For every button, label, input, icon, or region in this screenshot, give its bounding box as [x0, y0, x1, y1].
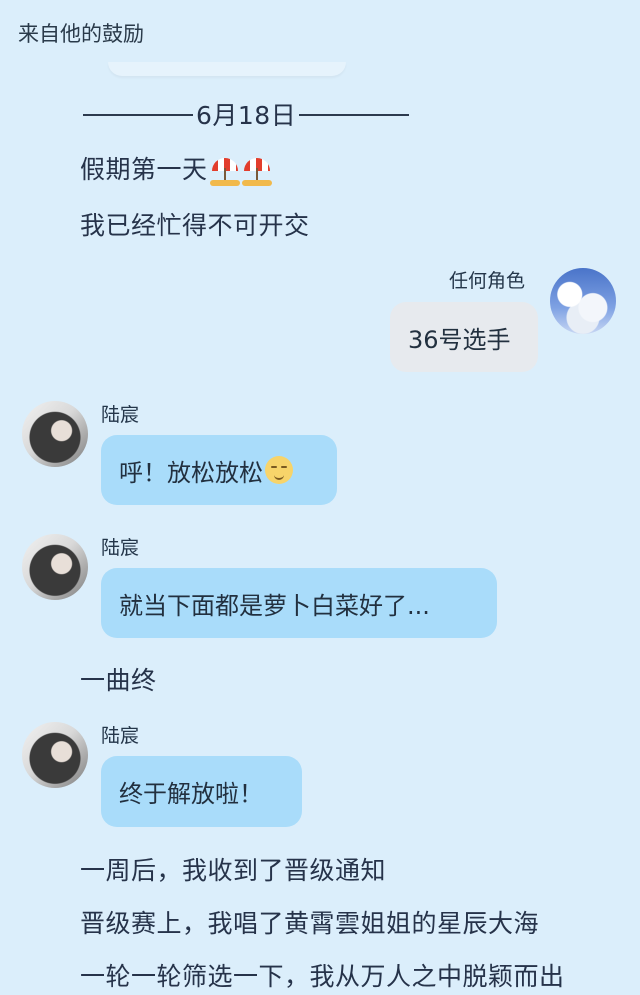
sender-name: 陆宸	[101, 725, 140, 747]
message-bubble[interactable]: 终于解放啦！	[101, 756, 302, 827]
page-title: 来自他的鼓励	[18, 22, 144, 46]
narration-line: 一周后，我收到了晋级通知	[80, 856, 387, 885]
girl-avatar-icon[interactable]	[22, 722, 88, 788]
narration-line: 一轮一轮筛选一下，我从万人之中脱颖而出	[80, 962, 565, 991]
date-divider: 6月18日	[80, 96, 412, 132]
narration-line: 一曲终	[80, 666, 157, 695]
sky-avatar-icon[interactable]	[550, 268, 616, 334]
message-bubble[interactable]: 就当下面都是萝卜白菜好了...	[101, 568, 497, 638]
sender-name: 陆宸	[101, 404, 140, 426]
girl-avatar-icon[interactable]	[22, 401, 88, 467]
divider-line-right	[299, 114, 410, 116]
narration-line: 我已经忙得不可开交	[80, 211, 310, 240]
beach-umbrella-icon	[209, 156, 240, 186]
narration-line: 晋级赛上，我唱了黄霄雲姐姐的星辰大海	[80, 909, 540, 938]
narration-line: 假期第一天	[80, 150, 272, 186]
sender-name: 任何角色	[449, 270, 526, 292]
message-bubble[interactable]: 36号选手	[390, 302, 538, 372]
date-divider-text: 6月18日	[196, 101, 297, 130]
relieved-face-icon	[265, 456, 293, 484]
sender-name: 陆宸	[101, 537, 140, 559]
header-divider	[108, 62, 346, 76]
message-bubble[interactable]: 呼！放松放松	[101, 435, 337, 505]
girl-avatar-icon[interactable]	[22, 534, 88, 600]
divider-line-left	[83, 114, 193, 116]
beach-umbrella-icon	[241, 156, 272, 186]
